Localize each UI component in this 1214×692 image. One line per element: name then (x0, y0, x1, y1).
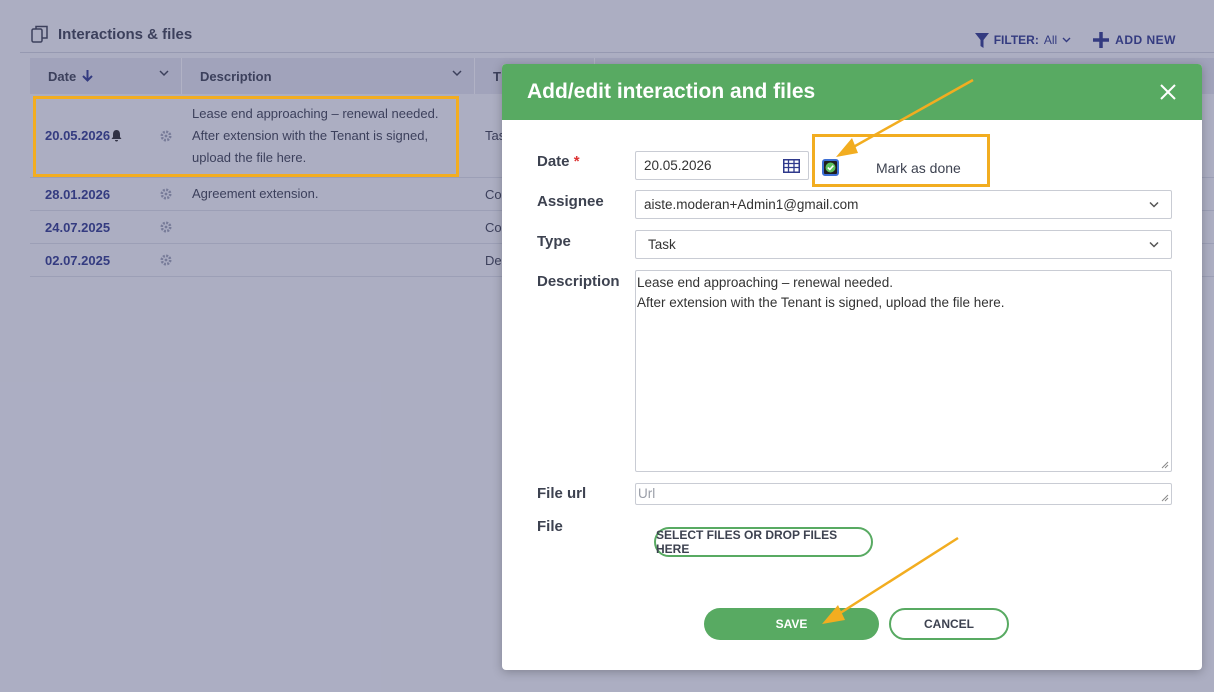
date-input[interactable]: 20.05.2026 (635, 151, 809, 180)
date-label: Date * (537, 153, 580, 170)
description-textarea[interactable]: Lease end approaching – renewal needed. … (635, 270, 1172, 472)
file-url-label: File url (537, 485, 587, 502)
type-label: Type (537, 233, 571, 250)
date-label-text: Date (537, 153, 570, 170)
cancel-button[interactable]: CANCEL (889, 608, 1009, 640)
description-label: Description (537, 273, 620, 290)
dialog-header: Add/edit interaction and files (502, 64, 1202, 120)
file-url-placeholder: Url (638, 486, 656, 501)
file-label: File (537, 518, 563, 535)
save-button[interactable]: SAVE (704, 608, 879, 640)
description-line: Lease end approaching – renewal needed. (637, 275, 893, 290)
assignee-select[interactable]: aiste.moderan+Admin1@gmail.com (635, 190, 1172, 219)
resize-grip-icon[interactable] (1161, 494, 1169, 502)
interaction-dialog: Add/edit interaction and files Date * 20… (502, 64, 1202, 670)
type-value: Task (648, 237, 676, 252)
calendar-icon[interactable] (783, 159, 800, 173)
row-highlight (33, 96, 459, 177)
select-files-button[interactable]: SELECT FILES OR DROP FILES HERE (654, 527, 873, 557)
file-url-input[interactable]: Url (635, 483, 1172, 505)
close-icon[interactable] (1158, 82, 1178, 102)
resize-grip-icon[interactable] (1161, 461, 1169, 469)
chevron-down-icon (1149, 201, 1159, 208)
mark-done-highlight (812, 134, 990, 187)
assignee-label: Assignee (537, 193, 604, 210)
type-select[interactable]: Task (635, 230, 1172, 259)
assignee-value: aiste.moderan+Admin1@gmail.com (644, 197, 859, 212)
required-mark: * (573, 153, 580, 170)
date-value: 20.05.2026 (644, 158, 712, 173)
description-line: After extension with the Tenant is signe… (637, 295, 1005, 310)
chevron-down-icon (1149, 241, 1159, 248)
dialog-title: Add/edit interaction and files (527, 80, 816, 103)
